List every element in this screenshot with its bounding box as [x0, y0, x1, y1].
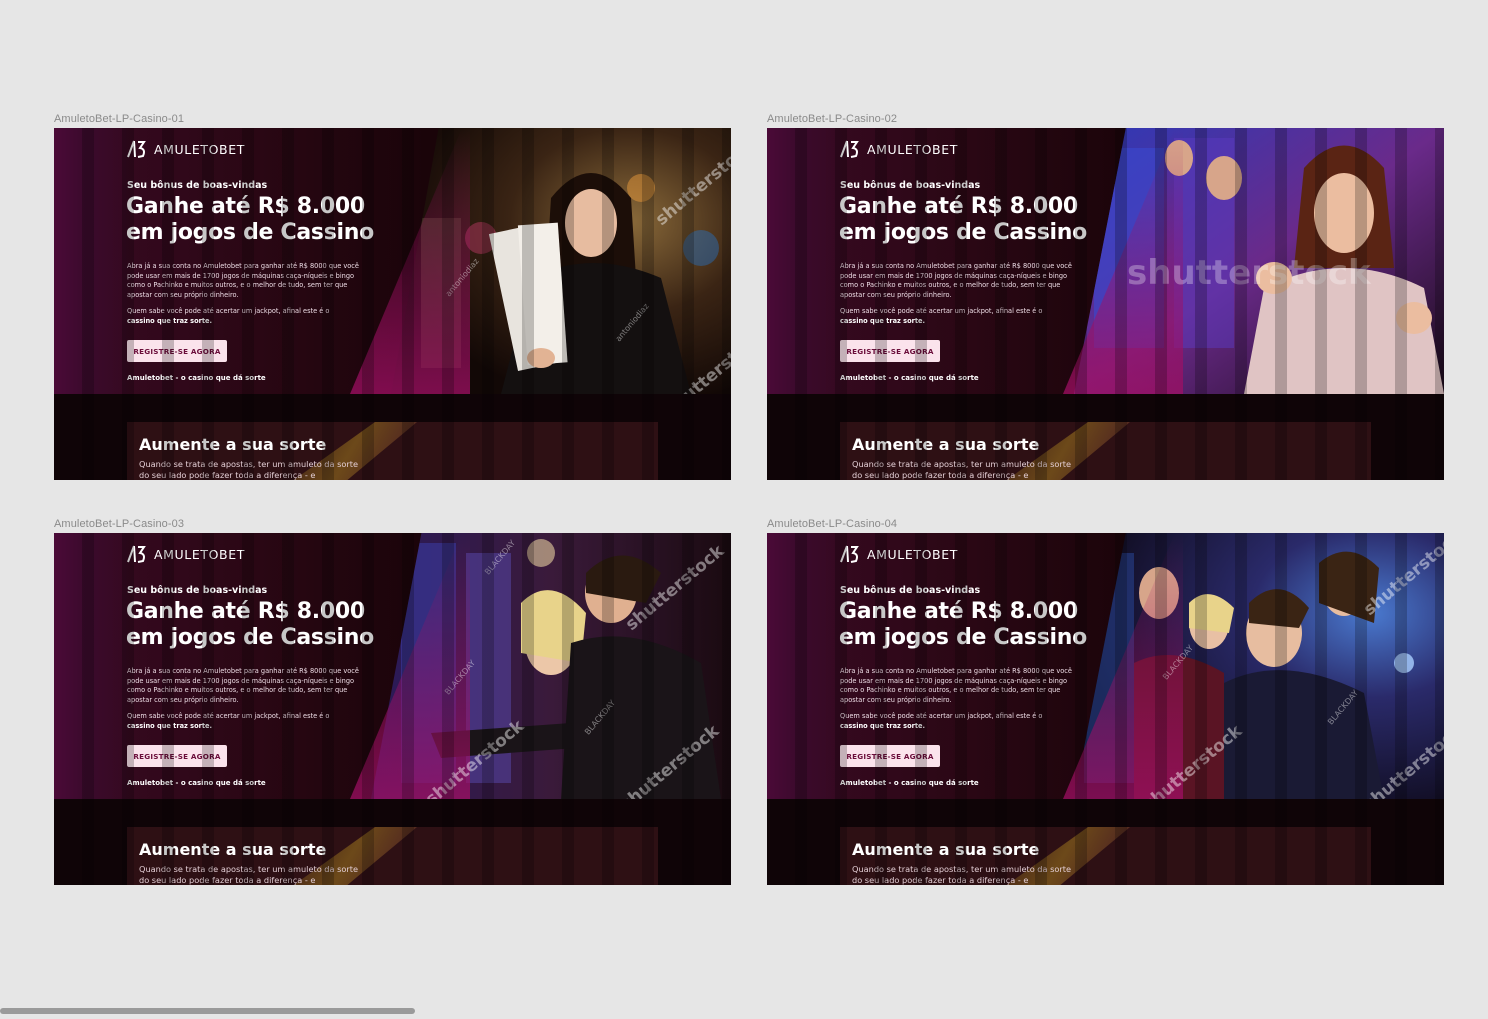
feature-body: Quando se trata de apostas, ter um amule… [852, 459, 1072, 480]
feature-body: Quando se trata de apostas, ter um amule… [139, 864, 359, 885]
artboard-label[interactable]: AmuletoBet-LP-Casino-04 [767, 518, 897, 530]
brand-logo[interactable]: AMULETOBET [839, 544, 958, 564]
hero-headline: Ganhe até R$ 8.000 em jogos de Cassino [839, 194, 1087, 245]
hero-headline: Ganhe até R$ 8.000 em jogos de Cassino [839, 599, 1087, 650]
brand-logo[interactable]: AMULETOBET [839, 139, 958, 159]
hero-body: Abra já a sua conta no Amuletobet para g… [127, 667, 359, 704]
hero-kicker: Seu bônus de boas-vindas [127, 585, 268, 596]
feature-body: Quando se trata de apostas, ter um amule… [139, 459, 359, 480]
amuletobet-logo-icon [127, 140, 146, 158]
feature-card: Aumente a sua sorte Quando se trata de a… [127, 422, 658, 480]
brand-name: AMULETOBET [867, 546, 958, 562]
brand-name: AMULETOBET [154, 546, 245, 562]
register-button[interactable]: REGISTRE-SE AGORA [840, 745, 940, 767]
artboard-label[interactable]: AmuletoBet-LP-Casino-02 [767, 113, 897, 125]
hero-kicker: Seu bônus de boas-vindas [127, 180, 268, 191]
brand-logo[interactable]: AMULETOBET [126, 544, 245, 564]
hero-tagline: Amuletobet - o casino que dá sorte [127, 779, 266, 787]
hero-body: Abra já a sua conta no Amuletobet para g… [127, 262, 359, 299]
hero-section: AMULETOBET Seu bônus de boas-vindas Ganh… [767, 128, 1444, 394]
feature-title: Aumente a sua sorte [852, 840, 1040, 859]
hero-kicker: Seu bônus de boas-vindas [840, 180, 981, 191]
hero-body-2: Quem sabe você pode até acertar um jackp… [127, 712, 330, 730]
feature-card: Aumente a sua sorte Quando se trata de a… [840, 827, 1371, 885]
brand-logo[interactable]: AMULETOBET [126, 139, 245, 159]
hero-tagline: Amuletobet - o casino que dá sorte [840, 779, 979, 787]
hero-tagline: Amuletobet - o casino que dá sorte [840, 374, 979, 382]
amuletobet-logo-icon [840, 545, 859, 563]
artboard-label[interactable]: AmuletoBet-LP-Casino-01 [54, 113, 184, 125]
feature-card: Aumente a sua sorte Quando se trata de a… [840, 422, 1371, 480]
feature-title: Aumente a sua sorte [139, 435, 327, 454]
watermark-text: shutterstock [1127, 253, 1371, 293]
amuletobet-logo-icon [127, 545, 146, 563]
feature-title: Aumente a sua sorte [139, 840, 327, 859]
hero-body-2: Quem sabe você pode até acertar um jackp… [127, 307, 330, 325]
amuletobet-logo-icon [840, 140, 859, 158]
hero-headline: Ganhe até R$ 8.000 em jogos de Cassino [126, 599, 374, 650]
hero-section: AMULETOBET Seu bônus de boas-vindas Ganh… [54, 533, 731, 799]
feature-body: Quando se trata de apostas, ter um amule… [852, 864, 1072, 885]
artboard-casino-04[interactable]: AMULETOBET Seu bônus de boas-vindas Ganh… [767, 533, 1444, 885]
artboard-casino-02[interactable]: AMULETOBET Seu bônus de boas-vindas Ganh… [767, 128, 1444, 480]
feature-title: Aumente a sua sorte [852, 435, 1040, 454]
hero-headline: Ganhe até R$ 8.000 em jogos de Cassino [126, 194, 374, 245]
feature-card: Aumente a sua sorte Quando se trata de a… [127, 827, 658, 885]
hero-section: AMULETOBET Seu bônus de boas-vindas Ganh… [54, 128, 731, 394]
artboard-casino-03[interactable]: AMULETOBET Seu bônus de boas-vindas Ganh… [54, 533, 731, 885]
brand-name: AMULETOBET [154, 141, 245, 157]
horizontal-scrollbar[interactable] [0, 1008, 415, 1014]
register-button[interactable]: REGISTRE-SE AGORA [127, 340, 227, 362]
hero-body-2: Quem sabe você pode até acertar um jackp… [840, 712, 1043, 730]
hero-body-2: Quem sabe você pode até acertar um jackp… [840, 307, 1043, 325]
register-button[interactable]: REGISTRE-SE AGORA [840, 340, 940, 362]
hero-body: Abra já a sua conta no Amuletobet para g… [840, 667, 1072, 704]
register-button[interactable]: REGISTRE-SE AGORA [127, 745, 227, 767]
artboard-casino-01[interactable]: AMULETOBET Seu bônus de boas-vindas Ganh… [54, 128, 731, 480]
hero-kicker: Seu bônus de boas-vindas [840, 585, 981, 596]
hero-section: AMULETOBET Seu bônus de boas-vindas Ganh… [767, 533, 1444, 799]
brand-name: AMULETOBET [867, 141, 958, 157]
hero-body: Abra já a sua conta no Amuletobet para g… [840, 262, 1072, 299]
hero-tagline: Amuletobet - o casino que dá sorte [127, 374, 266, 382]
artboard-label[interactable]: AmuletoBet-LP-Casino-03 [54, 518, 184, 530]
